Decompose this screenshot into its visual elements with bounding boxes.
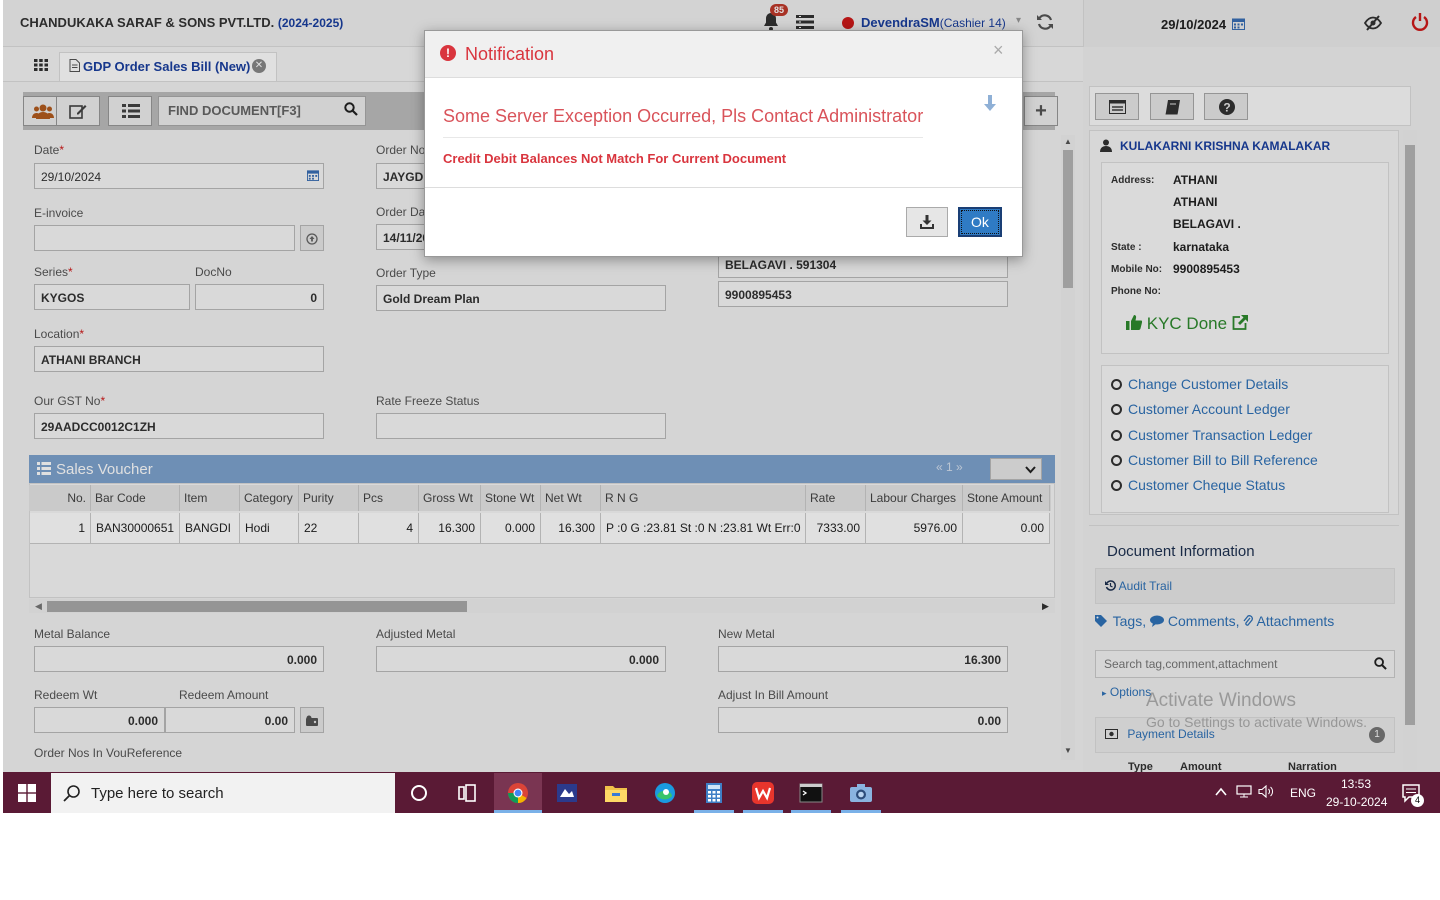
exclamation-icon: ! [440,45,456,61]
clock-time[interactable]: 13:53 [1341,777,1371,791]
volume-icon [1258,785,1273,798]
edge-icon[interactable] [653,782,677,804]
file-explorer-icon[interactable] [604,782,628,804]
language-indicator[interactable]: ENG [1290,786,1316,800]
terminal-active-indicator [791,810,831,813]
network-icon [1236,785,1252,798]
calculator-icon[interactable] [702,782,726,804]
message-divider [443,137,923,138]
taskbar-search-placeholder: Type here to search [91,785,224,802]
notification-title: Notification [465,44,555,64]
wps-office-icon[interactable] [751,782,775,804]
dialog-footer-divider [425,187,1022,188]
windows-start-icon[interactable] [18,784,36,802]
ok-button[interactable]: Ok [958,207,1002,237]
error-message: Some Server Exception Occurred, Pls Cont… [443,106,924,126]
chrome-active-indicator [494,810,542,813]
clock-date[interactable]: 29-10-2024 [1326,795,1387,809]
calculator-active-indicator [694,810,734,813]
close-icon[interactable]: × [993,40,1004,61]
camera-active-indicator [841,810,881,813]
download-button[interactable] [906,207,948,237]
arrow-down-icon[interactable] [983,95,997,113]
action-center-badge: 4 [1411,794,1424,807]
cortana-icon[interactable] [407,782,431,804]
error-detail: Credit Debit Balances Not Match For Curr… [443,151,787,166]
task-view-icon[interactable] [455,782,479,804]
wps-active-indicator [743,810,783,813]
chevron-up-icon [1215,787,1227,796]
download-icon [920,215,934,229]
mail-app-icon[interactable] [555,782,579,804]
system-tray-icons[interactable] [1215,785,1274,799]
camera-icon[interactable] [849,782,873,804]
chrome-icon[interactable] [506,782,530,804]
search-icon [63,785,80,802]
terminal-icon[interactable] [799,782,823,804]
